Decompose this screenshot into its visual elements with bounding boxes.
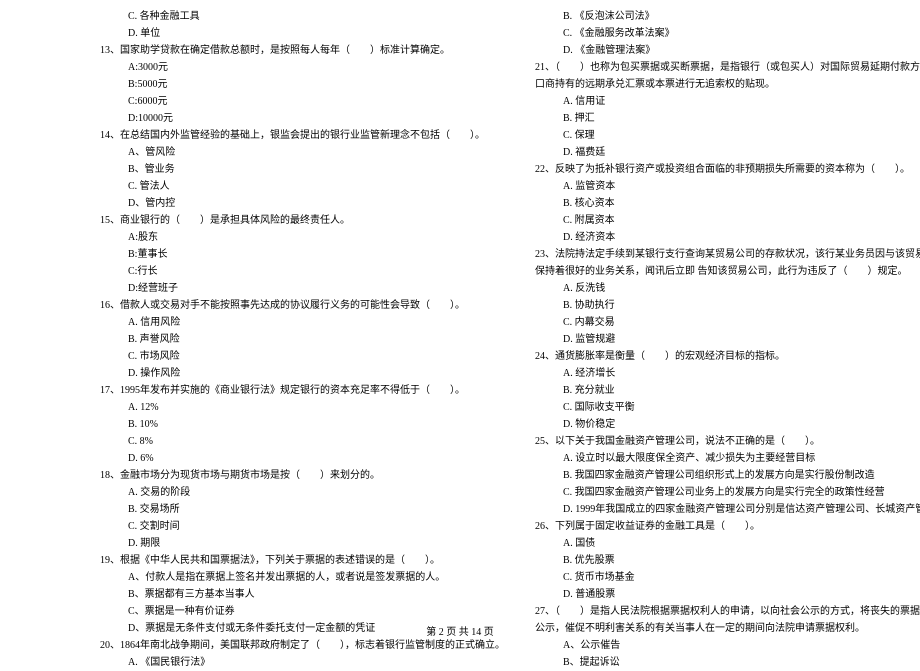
option: A. 国债 xyxy=(535,535,920,552)
question-20: 20、1864年南北战争期间，美国联邦政府制定了（ ），标志着银行监管制度的正式… xyxy=(100,637,505,654)
option: B. 声誉风险 xyxy=(100,331,505,348)
option: C. 市场风险 xyxy=(100,348,505,365)
option: A. 反洗钱 xyxy=(535,280,920,297)
option: C. 我国四家金融资产管理公司业务上的发展方向是实行完全的政策性经营 xyxy=(535,484,920,501)
option: A. 信用证 xyxy=(535,93,920,110)
option: A. 监管资本 xyxy=(535,178,920,195)
option: D:经营班子 xyxy=(100,280,505,297)
option: B. 交易场所 xyxy=(100,501,505,518)
option: B:董事长 xyxy=(100,246,505,263)
option: B、票据都有三方基本当事人 xyxy=(100,586,505,603)
question-14: 14、在总结国内外监管经验的基础上，银监会提出的银行业监管新理念不包括（ ）。 xyxy=(100,127,505,144)
option: C. 货币市场基金 xyxy=(535,569,920,586)
option: D. 期限 xyxy=(100,535,505,552)
option: C. 各种金融工具 xyxy=(100,8,505,25)
question-26: 26、下列属于固定收益证券的金融工具是（ ）。 xyxy=(535,518,920,535)
left-column: C. 各种金融工具 D. 单位 13、国家助学贷款在确定借款总额时，是按照每人每… xyxy=(0,8,515,671)
question-25: 25、以下关于我国金融资产管理公司，说法不正确的是（ ）。 xyxy=(535,433,920,450)
option: D. 单位 xyxy=(100,25,505,42)
question-15: 15、商业银行的（ ）是承担具体风险的最终责任人。 xyxy=(100,212,505,229)
question-13: 13、国家助学贷款在确定借款总额时，是按照每人每年（ ）标准计算确定。 xyxy=(100,42,505,59)
question-22: 22、反映了为抵补银行资产或投资组合面临的非预期损失所需要的资本称为（ ）。 xyxy=(535,161,920,178)
option: D:10000元 xyxy=(100,110,505,127)
option: B. 我国四家金融资产管理公司组织形式上的发展方向是实行股份制改造 xyxy=(535,467,920,484)
right-column: B. 《反泡沫公司法》 C. 《金融服务改革法案》 D. 《金融管理法案》 21… xyxy=(515,8,920,671)
option: D. 物价稳定 xyxy=(535,416,920,433)
option: A. 设立时以最大限度保全资产、减少损失为主要经营目标 xyxy=(535,450,920,467)
option: D. 《金融管理法案》 xyxy=(535,42,920,59)
question-24: 24、通货膨胀率是衡量（ ）的宏观经济目标的指标。 xyxy=(535,348,920,365)
page-body: C. 各种金融工具 D. 单位 13、国家助学贷款在确定借款总额时，是按照每人每… xyxy=(0,0,920,671)
question-16: 16、借款人或交易对手不能按照事先达成的协议履行义务的可能性会导致（ ）。 xyxy=(100,297,505,314)
option: A. 交易的阶段 xyxy=(100,484,505,501)
option: C. 附属资本 xyxy=(535,212,920,229)
option: B:5000元 xyxy=(100,76,505,93)
question-27-line1: 27、（ ）是指人民法院根据票据权利人的申请，以向社会公示的方式，将丧失的票据加… xyxy=(535,603,920,620)
option: C. 8% xyxy=(100,433,505,450)
option: B、管业务 xyxy=(100,161,505,178)
question-19: 19、根据《中华人民共和国票据法》，下列关于票据的表述错误的是（ ）。 xyxy=(100,552,505,569)
option: C. 交割时间 xyxy=(100,518,505,535)
question-21-line2: 口商持有的远期承兑汇票或本票进行无追索权的贴现。 xyxy=(535,76,920,93)
question-21-line1: 21、（ ）也称为包买票据或买断票据，是指银行（或包买人）对国际贸易延期付款方式… xyxy=(535,59,920,76)
option: C:行长 xyxy=(100,263,505,280)
question-18: 18、金融市场分为现货市场与期货市场是按（ ）来划分的。 xyxy=(100,467,505,484)
option: A. 信用风险 xyxy=(100,314,505,331)
option: A. 《国民银行法》 xyxy=(100,654,505,671)
option: C. 国际收支平衡 xyxy=(535,399,920,416)
option: A:股东 xyxy=(100,229,505,246)
option: A、管风险 xyxy=(100,144,505,161)
option: D. 6% xyxy=(100,450,505,467)
option: D、管内控 xyxy=(100,195,505,212)
option: B. 协助执行 xyxy=(535,297,920,314)
option: C、票据是一种有价证券 xyxy=(100,603,505,620)
question-17: 17、1995年发布并实施的《商业银行法》规定银行的资本充足率不得低于（ ）。 xyxy=(100,382,505,399)
option: A. 12% xyxy=(100,399,505,416)
option: D. 福费廷 xyxy=(535,144,920,161)
option: B、提起诉讼 xyxy=(535,654,920,671)
option: C. 管法人 xyxy=(100,178,505,195)
option: D. 经济资本 xyxy=(535,229,920,246)
option: C. 《金融服务改革法案》 xyxy=(535,25,920,42)
option: C. 内幕交易 xyxy=(535,314,920,331)
question-23-line2: 保持着很好的业务关系，闻讯后立即 告知该贸易公司，此行为违反了（ ）规定。 xyxy=(535,263,920,280)
option: A. 经济增长 xyxy=(535,365,920,382)
option: C:6000元 xyxy=(100,93,505,110)
option: A、付款人是指在票据上签名并发出票据的人，或者说是签发票据的人。 xyxy=(100,569,505,586)
option: B. 10% xyxy=(100,416,505,433)
option: A:3000元 xyxy=(100,59,505,76)
option: D. 操作风险 xyxy=(100,365,505,382)
question-23-line1: 23、法院持法定手续到某银行支行查询某贸易公司的存款状况，该行某业务员因与该贸易… xyxy=(535,246,920,263)
option: B. 优先股票 xyxy=(535,552,920,569)
option: B. 充分就业 xyxy=(535,382,920,399)
option: B. 《反泡沫公司法》 xyxy=(535,8,920,25)
option: A、公示催告 xyxy=(535,637,920,654)
option: D. 监管规避 xyxy=(535,331,920,348)
option: D. 1999年我国成立的四家金融资产管理公司分别是信达资产管理公司、长城资产管… xyxy=(535,501,920,518)
option: B. 押汇 xyxy=(535,110,920,127)
option: C. 保理 xyxy=(535,127,920,144)
option: D. 普通股票 xyxy=(535,586,920,603)
option: B. 核心资本 xyxy=(535,195,920,212)
page-footer: 第 2 页 共 14 页 xyxy=(0,623,920,638)
